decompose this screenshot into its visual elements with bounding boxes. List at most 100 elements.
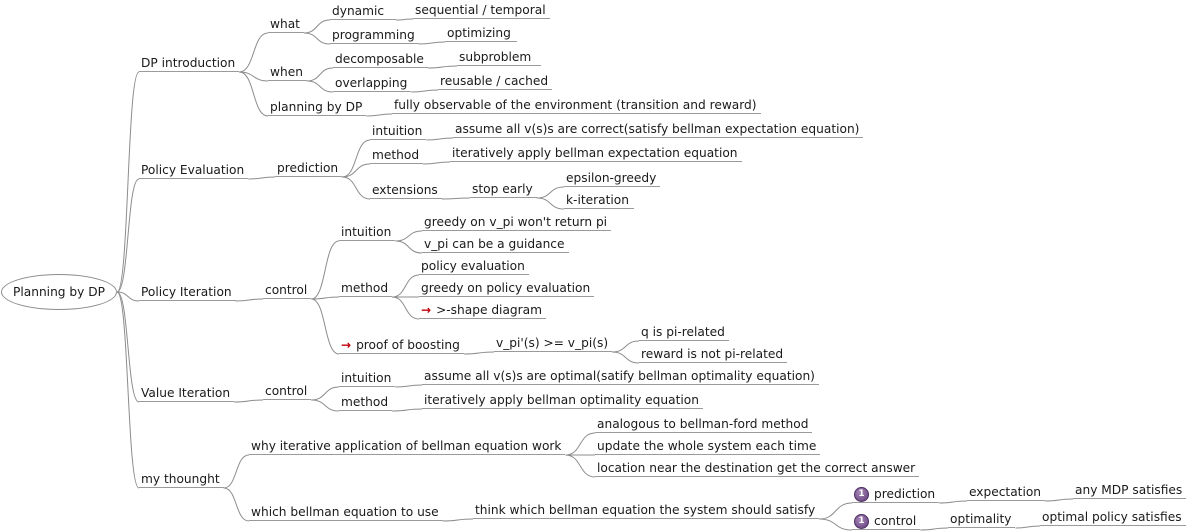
node-method[interactable]: method [339,280,393,297]
node-label: what [270,17,300,31]
node-subproblem[interactable]: subproblem [457,49,541,66]
node-decomposable[interactable]: decomposable [333,51,428,68]
node-assume-correct[interactable]: assume all v(s)s are correct(satisfy bel… [453,121,864,138]
node-when[interactable]: when [268,64,307,81]
node-policy-evaluation-leaf[interactable]: policy evaluation [419,258,529,275]
node-label: extensions [372,183,438,197]
node-optimal-policy-satisfies[interactable]: optimal policy satisfies [1040,509,1186,526]
node-optimizing[interactable]: optimizing [445,25,517,42]
node-any-mdp-satisfies[interactable]: any MDP satisfies [1073,482,1187,499]
edge-policy_iter-pi_control [235,298,264,302]
node-reusable-cached[interactable]: reusable / cached [438,73,553,90]
node-iterative-expectation[interactable]: iteratively apply bellman expectation eq… [450,145,742,162]
node-label: Policy Iteration [141,285,232,299]
node-label: reward is not pi-related [641,347,784,361]
edge-when-overlapping [306,80,334,93]
node-label: v_pi can be a guidance [424,237,565,251]
node-optimality[interactable]: optimality [948,511,1016,528]
node-policy-iteration[interactable]: Policy Iteration [139,284,236,301]
edge-overlapping-reusable [411,89,439,93]
node-intuition[interactable]: intuition [370,123,427,140]
node-label: method [341,395,389,409]
node-epsilon-greedy[interactable]: epsilon-greedy [564,170,661,187]
node-think-which-bellman[interactable]: think which bellman equation the system … [473,502,820,519]
node-programming[interactable]: programming [330,27,419,44]
node-label: overlapping [335,76,408,90]
node-location-near-destination[interactable]: location near the destination get the co… [595,460,920,477]
node-control[interactable]: 1 control [852,513,921,530]
edge-dp_intro-planning_by_dp [239,71,269,117]
node-my-thought[interactable]: my thounght [139,471,224,488]
node-label: subproblem [459,50,532,64]
edge-pi_intuition-greedy_vpi [395,230,423,242]
node-update-whole-system[interactable]: update the whole system each time [595,438,821,455]
node-proof-of-boosting[interactable]: → proof of boosting [339,337,464,354]
edge-think_which-mt_prediction [819,502,853,520]
edge-prediction-pe_method [342,163,371,178]
node-label: any MDP satisfies [1075,483,1183,497]
node-value-iteration[interactable]: Value Iteration [139,385,235,402]
node-planning-by-dp[interactable]: planning by DP [268,99,367,116]
node-prediction[interactable]: prediction [275,160,343,177]
node-expectation[interactable]: expectation [967,484,1046,501]
edge-proof_boosting-vpi_ineq [463,351,495,355]
node-fully-observable[interactable]: fully observable of the environment (tra… [392,97,761,114]
node-label: expectation [969,485,1042,499]
edge-root-policy_eval [116,178,140,293]
node-label: location near the destination get the co… [597,461,916,475]
node-method[interactable]: method [339,394,393,411]
edge-expectation-any_mdp [1045,498,1074,502]
edge-dp_intro-what [239,32,269,73]
node-label: update the whole system each time [597,439,817,453]
arrow-icon: → [341,338,352,352]
arrow-icon: → [421,303,432,317]
edge-vi_intuition-vi_intuition_text [395,384,423,388]
node-assume-optimal[interactable]: assume all v(s)s are optimal(satify bell… [422,368,819,385]
node-iterative-optimality[interactable]: iteratively apply bellman optimality equ… [422,392,703,409]
node-what[interactable]: what [268,16,304,33]
node-policy-evaluation[interactable]: Policy Evaluation [139,162,249,179]
node-greedy-vpi[interactable]: greedy on v_pi won't return pi [422,214,612,231]
node-label: iteratively apply bellman expectation eq… [452,146,738,160]
edge-what-programming [303,32,331,45]
node-label: intuition [372,124,423,138]
node-method[interactable]: method [370,147,424,164]
node-vpi-guidance[interactable]: v_pi can be a guidance [422,236,569,253]
node-why-iterative[interactable]: why iterative application of bellman equ… [249,438,566,455]
node-intuition[interactable]: intuition [339,370,396,387]
node-shape-diagram[interactable]: → >-shape diagram [419,302,547,319]
node-label: reusable / cached [440,74,549,88]
root-node[interactable]: Planning by DP [1,274,117,310]
node-stop-early[interactable]: stop early [470,181,537,198]
edge-stop_early-k_iteration [536,197,565,210]
edge-vi_control-vi_intuition [311,386,340,401]
node-analogous-bellman-ford[interactable]: analogous to bellman-ford method [595,416,813,433]
node-prediction[interactable]: 1 prediction [852,486,940,503]
node-greedy-policy-evaluation[interactable]: greedy on policy evaluation [419,280,595,297]
edge-vi_method-vi_method_text [392,408,423,412]
node-label: prediction [277,161,339,175]
node-label: v_pi'(s) >= v_pi(s) [496,336,609,350]
node-control[interactable]: control [263,282,312,299]
edge-pi_method-shape_diagram [392,296,420,320]
mind-map: Planning by DP DP introduction what dyna… [0,0,1190,531]
node-dp-introduction[interactable]: DP introduction [139,55,240,72]
node-control[interactable]: control [263,383,312,400]
node-label: when [270,65,303,79]
node-sequential-temporal[interactable]: sequential / temporal [413,2,550,19]
edge-extensions-stop_early [441,197,471,200]
node-dynamic[interactable]: dynamic [330,3,396,20]
node-label: optimality [950,512,1012,526]
node-k-iteration[interactable]: k-iteration [564,192,634,209]
edge-my_thought-why_iterative [223,454,250,489]
node-label: Policy Evaluation [141,163,245,177]
node-extensions[interactable]: extensions [370,182,442,199]
node-reward-not-pi-related[interactable]: reward is not pi-related [639,346,788,363]
node-vpi-inequality[interactable]: v_pi'(s) >= v_pi(s) [494,335,613,352]
node-q-pi-related[interactable]: q is pi-related [639,324,729,341]
node-overlapping[interactable]: overlapping [333,75,412,92]
edge-prediction-pe_intuition [342,139,371,178]
node-intuition[interactable]: intuition [339,224,396,241]
node-which-bellman[interactable]: which bellman equation to use [249,504,443,521]
edge-vpi_ineq-q_pi_related [612,340,640,353]
